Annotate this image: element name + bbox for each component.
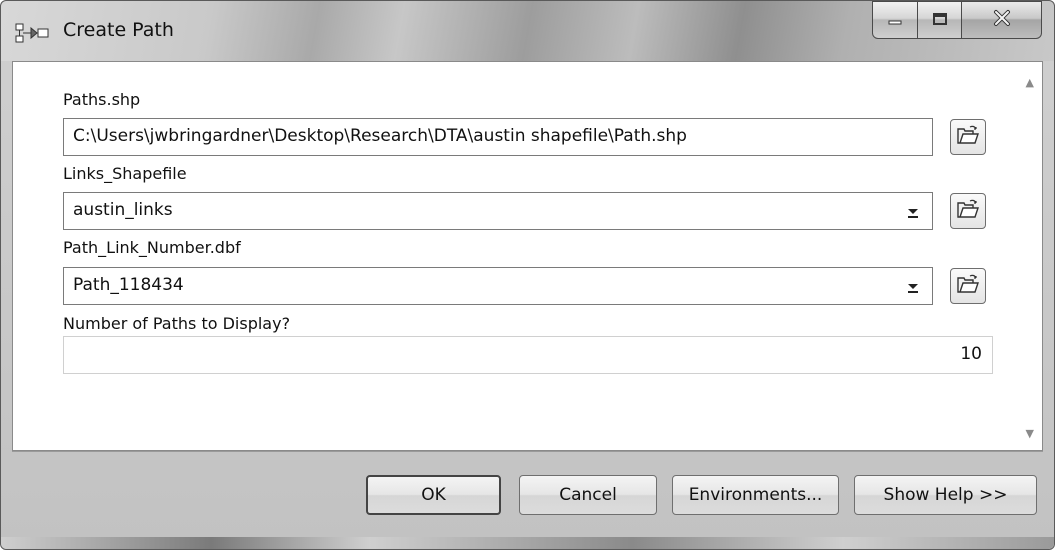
paths-shp-input[interactable]: C:\Users\jwbringardner\Desktop\Research\… [63, 118, 933, 156]
chevron-down-icon[interactable] [904, 203, 922, 221]
open-folder-icon [956, 199, 980, 223]
number-of-paths-input[interactable]: 10 [63, 336, 993, 374]
environments-button[interactable]: Environments... [672, 475, 839, 515]
links-shapefile-browse-button[interactable] [950, 193, 986, 229]
links-shapefile-dropdown[interactable]: austin_links [63, 192, 933, 230]
title-bar[interactable]: Create Path [1, 1, 1054, 61]
create-path-dialog: Create Path ▲ ▼ Paths.shp C:\Users\jwbri… [0, 0, 1055, 550]
links-shapefile-value: austin_links [73, 200, 173, 220]
open-folder-icon [956, 274, 980, 298]
window-bottom-border [1, 537, 1054, 549]
path-link-number-browse-button[interactable] [950, 268, 986, 304]
close-icon [992, 9, 1012, 31]
path-link-number-label: Path_Link_Number.dbf [63, 238, 241, 257]
ok-button[interactable]: OK [366, 475, 501, 515]
minimize-button[interactable] [872, 1, 918, 39]
maximize-icon [932, 11, 948, 30]
divider [12, 451, 1043, 452]
paths-shp-label: Paths.shp [63, 90, 141, 109]
number-of-paths-label: Number of Paths to Display? [63, 314, 291, 333]
maximize-button[interactable] [918, 1, 962, 39]
path-link-number-value: Path_118434 [73, 275, 184, 295]
show-help-button[interactable]: Show Help >> [854, 475, 1037, 515]
caption-buttons [872, 1, 1042, 41]
minimize-icon [887, 11, 903, 30]
parameters-panel: ▲ ▼ Paths.shp C:\Users\jwbringardner\Des… [12, 61, 1043, 451]
chevron-down-icon[interactable] [904, 278, 922, 296]
path-link-number-dropdown[interactable]: Path_118434 [63, 267, 933, 305]
model-tool-icon [15, 21, 51, 45]
scroll-down-arrow-icon[interactable]: ▼ [1026, 427, 1034, 440]
window-title: Create Path [63, 19, 174, 41]
open-folder-icon [956, 125, 980, 149]
paths-shp-browse-button[interactable] [950, 119, 986, 155]
cancel-button[interactable]: Cancel [519, 475, 657, 515]
links-shapefile-label: Links_Shapefile [63, 164, 187, 183]
close-button[interactable] [962, 1, 1042, 39]
scroll-up-arrow-icon[interactable]: ▲ [1026, 76, 1034, 89]
